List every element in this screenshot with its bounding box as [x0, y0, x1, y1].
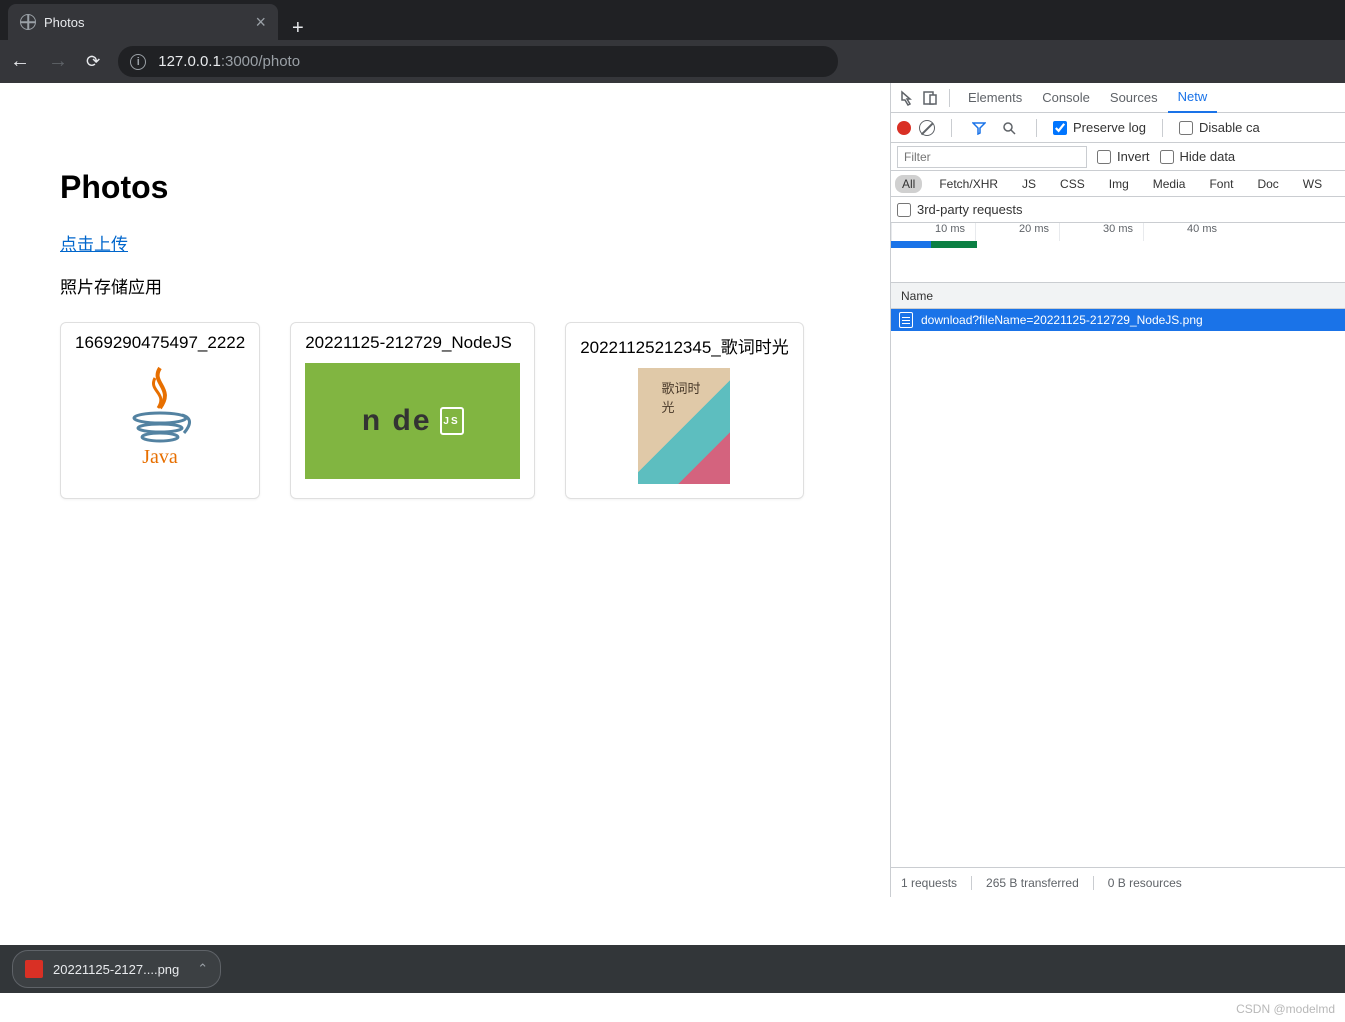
type-media[interactable]: Media [1146, 175, 1193, 193]
close-tab-icon[interactable]: × [255, 12, 266, 33]
tab-sources[interactable]: Sources [1100, 83, 1168, 113]
record-button[interactable] [897, 121, 911, 135]
devtools-status-bar: 1 requests 265 B transferred 0 B resourc… [891, 867, 1345, 897]
photo-title: 20221125-212729_NodeJS [305, 333, 520, 353]
browser-tab[interactable]: Photos × [8, 4, 278, 40]
download-filename: 20221125-2127....png [53, 962, 179, 977]
node-logo-text: n de [362, 404, 432, 438]
tab-console[interactable]: Console [1032, 83, 1100, 113]
chevron-up-icon[interactable]: ⌃ [197, 961, 208, 977]
tab-network[interactable]: Netw [1168, 83, 1218, 113]
photo-grid: 1669290475497_2222 Java 20221125-212729_… [60, 322, 830, 499]
back-button[interactable]: ← [10, 50, 30, 73]
devtools-tabs: Elements Console Sources Netw [891, 83, 1345, 113]
filter-input[interactable] [897, 146, 1087, 168]
photo-thumbnail: 歌词时光 [580, 368, 789, 484]
lyric-label: 歌词时光 [661, 378, 707, 416]
type-doc[interactable]: Doc [1250, 175, 1285, 193]
tick-40ms: 40 ms [1143, 223, 1227, 241]
type-fetch[interactable]: Fetch/XHR [932, 175, 1005, 193]
third-party-checkbox[interactable]: 3rd-party requests [897, 202, 1023, 217]
url-path: :3000/photo [221, 53, 300, 70]
device-icon[interactable] [919, 87, 941, 109]
url-host: 127.0.0.1 [158, 53, 221, 70]
page-title: Photos [60, 169, 830, 206]
disable-cache-checkbox[interactable]: Disable ca [1179, 120, 1260, 135]
page-area: Photos 点击上传 照片存储应用 1669290475497_2222 Ja… [0, 83, 890, 897]
photo-thumbnail: Java [75, 363, 245, 473]
photo-thumbnail: n de JS [305, 363, 520, 479]
request-list: download?fileName=20221125-212729_NodeJS… [891, 309, 1345, 867]
type-css[interactable]: CSS [1053, 175, 1092, 193]
photo-card[interactable]: 20221125212345_歌词时光 歌词时光 [565, 322, 804, 499]
photo-title: 20221125212345_歌词时光 [580, 333, 789, 358]
download-shelf: 20221125-2127....png ⌃ [0, 945, 1345, 993]
site-info-icon[interactable]: i [130, 54, 146, 70]
tick-30ms: 30 ms [1059, 223, 1143, 241]
devtools-toolbar: Preserve log Disable ca [891, 113, 1345, 143]
type-img[interactable]: Img [1102, 175, 1136, 193]
clear-button[interactable] [919, 120, 935, 136]
watermark: CSDN @modelmd [1236, 1002, 1335, 1016]
forward-button[interactable]: → [48, 50, 68, 73]
type-filter-row: All Fetch/XHR JS CSS Img Media Font Doc … [891, 171, 1345, 197]
js-badge: JS [440, 407, 464, 435]
type-font[interactable]: Font [1202, 175, 1240, 193]
tab-title: Photos [44, 15, 247, 30]
third-party-row: 3rd-party requests [891, 197, 1345, 223]
status-resources: 0 B resources [1108, 876, 1196, 890]
devtools-panel: Elements Console Sources Netw Preserve l… [890, 83, 1345, 897]
upload-link[interactable]: 点击上传 [60, 235, 128, 254]
download-item[interactable]: 20221125-2127....png ⌃ [12, 950, 221, 988]
filter-row: Invert Hide data [891, 143, 1345, 171]
status-requests: 1 requests [901, 876, 972, 890]
filter-icon[interactable] [968, 117, 990, 139]
timeline[interactable]: 10 ms 20 ms 30 ms 40 ms [891, 223, 1345, 283]
photo-card[interactable]: 20221125-212729_NodeJS n de JS [290, 322, 535, 499]
reload-button[interactable]: ⟳ [86, 52, 100, 72]
column-header-name[interactable]: Name [891, 283, 1345, 309]
globe-icon [20, 14, 36, 30]
browser-chrome: Photos × + ← → ⟳ i 127.0.0.1:3000/photo [0, 0, 1345, 83]
tick-10ms: 10 ms [891, 223, 975, 241]
request-name: download?fileName=20221125-212729_NodeJS… [921, 313, 1203, 327]
invert-checkbox[interactable]: Invert [1097, 149, 1150, 164]
timeline-bar [931, 241, 977, 248]
java-logo-icon: Java [120, 363, 200, 473]
tick-20ms: 20 ms [975, 223, 1059, 241]
type-js[interactable]: JS [1015, 175, 1043, 193]
address-bar: ← → ⟳ i 127.0.0.1:3000/photo [0, 40, 1345, 83]
photo-card[interactable]: 1669290475497_2222 Java [60, 322, 260, 499]
tab-elements[interactable]: Elements [958, 83, 1032, 113]
tab-bar: Photos × + [0, 0, 1345, 40]
photo-title: 1669290475497_2222 [75, 333, 245, 353]
status-transferred: 265 B transferred [986, 876, 1094, 890]
hide-data-checkbox[interactable]: Hide data [1160, 149, 1236, 164]
url-input[interactable]: i 127.0.0.1:3000/photo [118, 46, 838, 77]
new-tab-button[interactable]: + [278, 17, 318, 40]
file-icon [899, 312, 913, 328]
type-all[interactable]: All [895, 175, 922, 193]
inspect-icon[interactable] [897, 87, 919, 109]
type-ws[interactable]: WS [1296, 175, 1329, 193]
request-row[interactable]: download?fileName=20221125-212729_NodeJS… [891, 309, 1345, 331]
subtitle: 照片存储应用 [60, 273, 830, 298]
svg-text:Java: Java [142, 446, 178, 468]
preserve-log-checkbox[interactable]: Preserve log [1053, 120, 1146, 135]
main-content: Photos 点击上传 照片存储应用 1669290475497_2222 Ja… [0, 83, 1345, 897]
search-icon[interactable] [998, 117, 1020, 139]
download-file-icon [25, 960, 43, 978]
